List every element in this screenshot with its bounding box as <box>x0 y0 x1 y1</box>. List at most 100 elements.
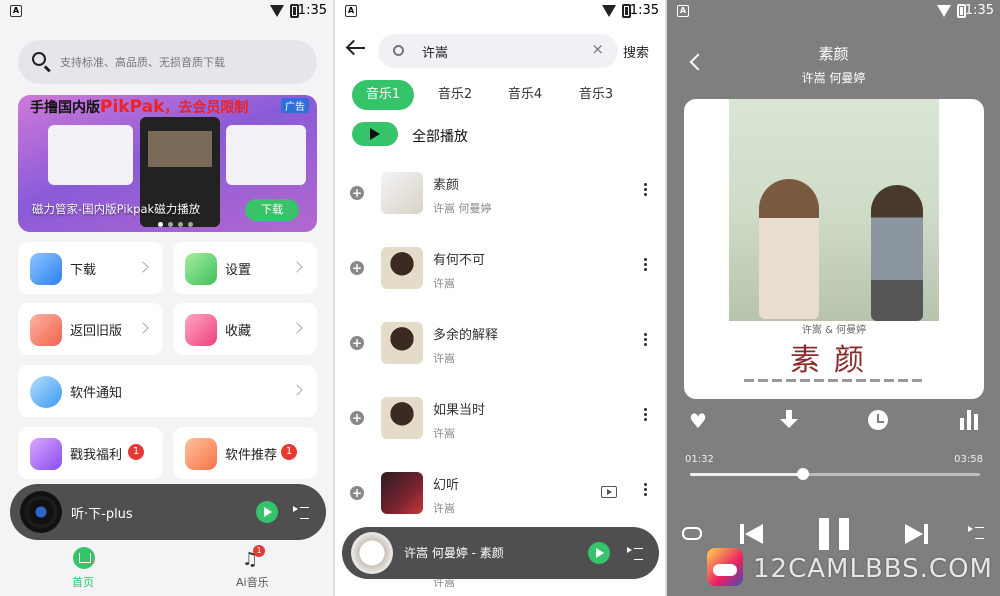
song-cover <box>381 172 423 214</box>
status-bar: A 1:35 <box>335 0 665 24</box>
search-button[interactable]: 搜索 <box>623 42 649 61</box>
nav-ai-label[interactable]: Ai音乐 <box>236 574 269 590</box>
playlist-icon[interactable] <box>627 547 643 560</box>
song-title: 有何不可 <box>433 253 486 268</box>
more-icon[interactable] <box>644 257 647 272</box>
more-icon[interactable] <box>644 182 647 197</box>
add-icon[interactable]: + <box>350 486 364 500</box>
pause-button[interactable] <box>819 518 849 550</box>
clear-icon[interactable]: × <box>591 40 604 58</box>
album-artists: 许嵩 & 何曼婷 <box>801 325 867 336</box>
mv-icon[interactable] <box>601 486 617 498</box>
heart-icon <box>185 314 217 346</box>
add-icon[interactable]: + <box>350 411 364 425</box>
current-time: 01:32 <box>685 454 714 465</box>
old-version-card[interactable]: 返回旧版 <box>18 303 163 355</box>
ad-label: 广告 <box>281 98 309 113</box>
nav-home-label[interactable]: 首页 <box>72 574 94 590</box>
song-title: 多余的解释 <box>433 328 499 343</box>
song-row[interactable]: + 幻听 许嵩 <box>335 462 665 534</box>
tab-music3[interactable]: 音乐3 <box>566 80 626 110</box>
mini-player[interactable]: 听·下-plus <box>10 484 326 540</box>
song-row[interactable]: + 有何不可 许嵩 <box>335 237 665 309</box>
play-button[interactable] <box>588 542 610 564</box>
recommend-badge: 1 <box>281 444 297 460</box>
notice-card[interactable]: 软件通知 <box>18 365 317 417</box>
recommend-card[interactable]: 软件推荐 1 <box>173 427 317 479</box>
more-icon[interactable] <box>644 482 647 497</box>
progress-knob[interactable] <box>797 468 810 480</box>
favorites-label: 收藏 <box>225 324 252 339</box>
wifi-icon <box>270 5 284 17</box>
recommend-label: 软件推荐 <box>225 448 278 463</box>
download-icon <box>30 253 62 285</box>
clock: 1:35 <box>297 3 327 18</box>
gift-icon <box>30 438 62 470</box>
banner-screenshot <box>226 125 306 185</box>
song-artist: 许嵩 <box>433 502 455 515</box>
song-artist: 许嵩 何曼婷 <box>801 71 866 85</box>
status-bar: A 1:35 <box>667 0 1000 24</box>
search-screen: A 1:35 许嵩 × 搜索 音乐1 音乐2 音乐4 音乐3 全部播放 + 素颜… <box>335 0 665 596</box>
search-bar[interactable]: 支持标准、高品质、无损音质下载 <box>18 40 317 84</box>
mini-player[interactable]: 许嵩 何曼婷 - 素颜 <box>342 527 659 579</box>
settings-label: 设置 <box>225 263 252 278</box>
previous-icon[interactable] <box>740 522 764 546</box>
more-icon[interactable] <box>644 407 647 422</box>
welfare-badge: 1 <box>128 444 144 460</box>
song-artist: 许嵩 <box>433 427 455 440</box>
tab-music4[interactable]: 音乐4 <box>495 80 555 110</box>
add-icon[interactable]: + <box>350 186 364 200</box>
download-card[interactable]: 下载 <box>18 242 163 294</box>
banner-download-button[interactable]: 下载 <box>245 199 299 221</box>
song-row[interactable]: + 多余的解释 许嵩 <box>335 312 665 384</box>
settings-card[interactable]: 设置 <box>173 242 317 294</box>
gear-icon <box>185 253 217 285</box>
player-screen: A 1:35 素颜 许嵩 何曼婷 许嵩 & 何曼婷 素颜 ♥ 01:32 03:… <box>667 0 1000 596</box>
watermark: 12CAMLBBS.COM <box>707 548 997 596</box>
song-title: 素颜 <box>818 45 849 63</box>
banner-screenshot <box>48 125 133 185</box>
favorites-card[interactable]: 收藏 <box>173 303 317 355</box>
more-icon[interactable] <box>644 332 647 347</box>
timer-icon[interactable] <box>868 410 888 430</box>
tab-music1[interactable]: 音乐1 <box>352 80 414 110</box>
progress-slider[interactable] <box>690 468 980 480</box>
cloud-icon <box>30 376 62 408</box>
mini-player-cover <box>351 532 393 574</box>
album-art: 许嵩 & 何曼婷 素颜 <box>684 99 984 399</box>
ad-banner[interactable]: 手撸国内版PikPak，去会员限制 广告 磁力管家-国内版Pikpak磁力播放 … <box>18 95 317 232</box>
back-arrow-icon[interactable] <box>347 41 365 55</box>
add-icon[interactable]: + <box>350 261 364 275</box>
notice-label: 软件通知 <box>70 386 123 401</box>
search-input[interactable]: 许嵩 × <box>378 34 618 68</box>
play-all-button[interactable] <box>352 122 398 146</box>
add-icon[interactable]: + <box>350 336 364 350</box>
search-icon <box>393 45 404 56</box>
progress-fill <box>690 473 804 476</box>
search-icon <box>32 52 46 66</box>
album-photo <box>729 99 939 321</box>
play-button[interactable] <box>256 501 278 523</box>
song-title: 如果当时 <box>433 403 486 418</box>
playlist-icon[interactable] <box>968 526 984 539</box>
repeat-icon[interactable] <box>682 527 702 540</box>
next-icon[interactable] <box>904 522 928 546</box>
playlist-icon[interactable] <box>293 506 309 519</box>
heart-icon[interactable]: ♥ <box>689 409 707 433</box>
mini-player-title: 许嵩 何曼婷 - 素颜 <box>404 546 504 560</box>
search-query[interactable]: 许嵩 <box>422 42 448 61</box>
song-row[interactable]: + 如果当时 许嵩 <box>335 387 665 459</box>
song-title: 素颜 <box>433 178 460 193</box>
download-icon[interactable] <box>780 410 798 430</box>
old-version-label: 返回旧版 <box>70 324 123 339</box>
welfare-label: 戳我福利 <box>70 448 123 463</box>
chevron-right-icon <box>291 261 303 273</box>
play-all-label[interactable]: 全部播放 <box>412 126 468 146</box>
home-icon[interactable] <box>73 547 95 569</box>
welfare-card[interactable]: 戳我福利 1 <box>18 427 163 479</box>
tab-music2[interactable]: 音乐2 <box>425 80 485 110</box>
song-row[interactable]: + 素颜 许嵩 何曼婷 <box>335 162 665 234</box>
equalizer-icon[interactable] <box>960 410 978 430</box>
search-placeholder: 支持标准、高品质、无损音质下载 <box>60 56 225 69</box>
